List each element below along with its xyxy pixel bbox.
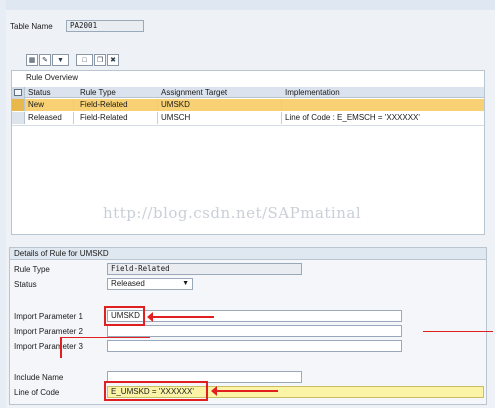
cell-status: New: [28, 100, 45, 109]
import-param2-field[interactable]: [107, 325, 402, 337]
annotation-box-param1: [104, 306, 145, 326]
change-icon[interactable]: ✎: [39, 54, 51, 66]
select-all-icon[interactable]: [12, 87, 25, 99]
col-header-rule-type[interactable]: Rule Type: [80, 88, 116, 97]
cell-assignment-target: UMSKD: [161, 100, 190, 109]
delete-icon[interactable]: ✖: [107, 54, 119, 66]
details-icon[interactable]: ▦: [26, 54, 38, 66]
table-name-field: PA2001: [66, 20, 144, 32]
details-title: Details of Rule for UMSKD: [10, 248, 486, 260]
col-header-status[interactable]: Status: [28, 88, 51, 97]
annotation-box-code: [104, 381, 208, 401]
table-row[interactable]: Released Field-Related UMSCH Line of Cod…: [12, 112, 484, 124]
annotation-hline: [60, 337, 150, 338]
status-label: Status: [14, 280, 37, 289]
include-name-label: Include Name: [14, 373, 64, 382]
annotation-arrow-code: [211, 386, 278, 396]
rule-type-label: Rule Type: [14, 265, 50, 274]
table-header: Status Rule Type Assignment Target Imple…: [12, 87, 484, 99]
filter-icon[interactable]: ▼: [52, 54, 69, 66]
annotation-vline: [60, 338, 62, 358]
annotation-side-line: [423, 331, 493, 332]
col-header-implementation[interactable]: Implementation: [285, 88, 340, 97]
import-param3-label: Import Parameter 3: [14, 342, 83, 351]
table-name-label: Table Name: [10, 22, 53, 31]
rule-type-field: Field-Related: [107, 263, 302, 275]
cell-assignment-target: UMSCH: [161, 113, 191, 122]
chevron-down-icon: ▼: [182, 280, 189, 287]
row-selector[interactable]: [12, 112, 25, 124]
row-selector[interactable]: [12, 99, 25, 111]
import-param2-label: Import Parameter 2: [14, 327, 83, 336]
left-strip: [0, 0, 6, 408]
window-top-band: [0, 0, 495, 10]
cell-implementation: Line of Code : E_EMSCH = 'XXXXXX': [285, 113, 420, 122]
status-value: Released: [111, 279, 145, 288]
cell-rule-type: Field-Related: [80, 100, 128, 109]
copy-icon[interactable]: ❐: [94, 54, 106, 66]
cell-rule-type: Field-Related: [80, 113, 128, 122]
rule-overview-title: Rule Overview: [26, 73, 79, 82]
cell-status: Released: [28, 113, 62, 122]
table-row[interactable]: New Field-Related UMSKD: [12, 99, 484, 111]
import-param1-label: Import Parameter 1: [14, 312, 83, 321]
col-header-assignment-target[interactable]: Assignment Target: [161, 88, 227, 97]
import-param3-field[interactable]: [107, 340, 402, 352]
line-of-code-label: Line of Code: [14, 388, 60, 397]
status-dropdown[interactable]: Released ▼: [107, 278, 193, 290]
watermark-text: http://blog.csdn.net/SAPmatinal: [103, 204, 362, 222]
annotation-arrow-param1: [147, 312, 214, 322]
create-icon[interactable]: □: [76, 54, 93, 66]
